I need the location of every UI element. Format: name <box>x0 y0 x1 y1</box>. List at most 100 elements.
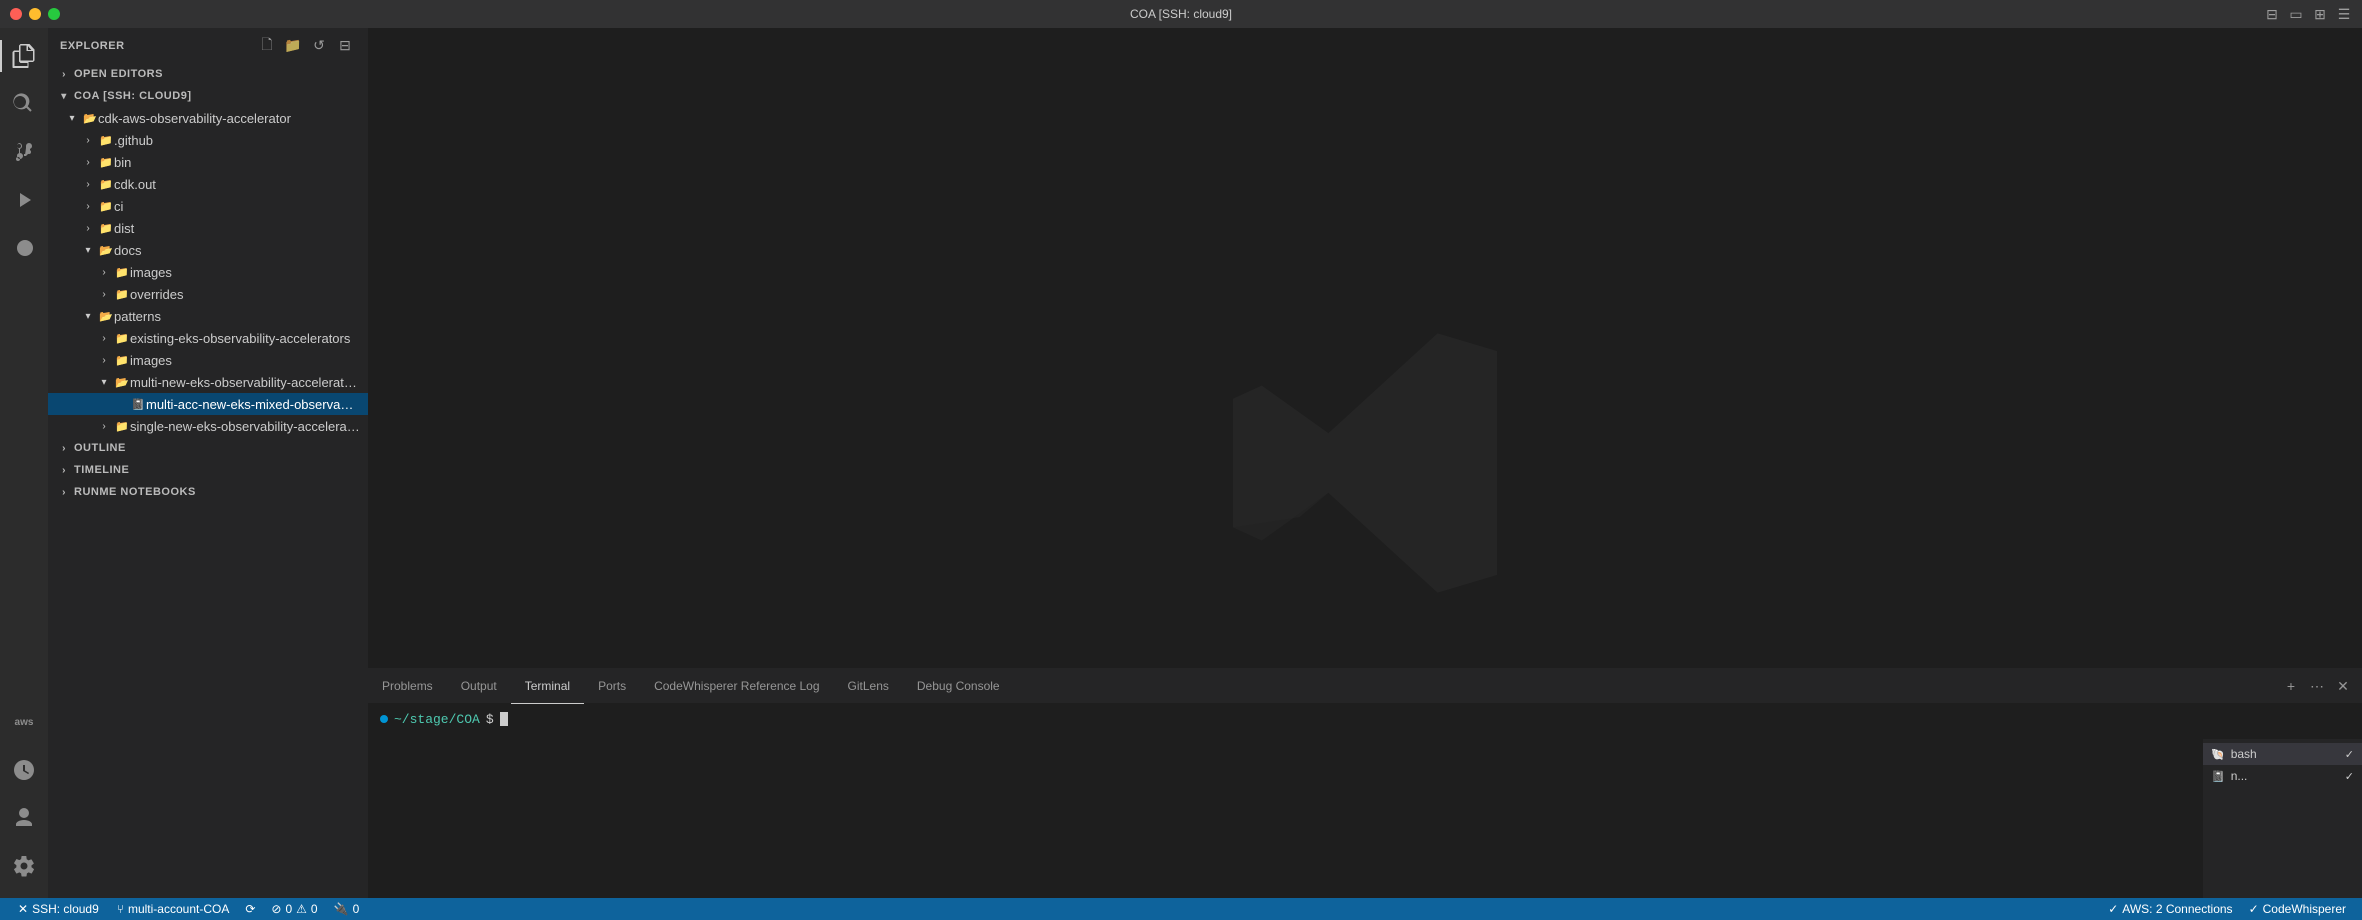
panel-close-button[interactable]: ✕ <box>2332 675 2354 697</box>
tab-terminal[interactable]: Terminal <box>511 669 584 704</box>
multi-acc-file-label: multi-acc-new-eks-mixed-observability.md <box>146 397 360 412</box>
tree-item-cdk-aws[interactable]: 📂 cdk-aws-observability-accelerator <box>48 107 368 129</box>
activity-item-source-control[interactable] <box>0 128 48 176</box>
cdk-aws-label: cdk-aws-observability-accelerator <box>98 111 360 126</box>
section-runme-notebooks[interactable]: Runme Notebooks <box>48 481 368 503</box>
activity-bar: aws <box>0 28 48 898</box>
images-patterns-label: images <box>130 353 360 368</box>
tab-gitlens[interactable]: GitLens <box>834 669 903 704</box>
timeline-label: Timeline <box>74 464 129 476</box>
github-label: .github <box>114 133 360 148</box>
collapse-all-button[interactable]: ⊟ <box>334 35 356 57</box>
terminal-dollar: $ <box>486 712 494 727</box>
status-sync[interactable]: ⟳ <box>237 898 263 920</box>
sidebar-title: Explorer <box>60 40 125 52</box>
terminal-instance-n[interactable]: 📓 n... ✓ <box>2203 765 2362 787</box>
status-errors[interactable]: ⊘ 0 ⚠ 0 <box>263 898 325 920</box>
new-file-button[interactable]: 🗋 <box>256 35 278 57</box>
minimize-button[interactable] <box>29 8 41 20</box>
tree-item-bin[interactable]: 📁 bin <box>48 151 368 173</box>
refresh-button[interactable]: ↺ <box>308 35 330 57</box>
sidebar-actions: 🗋 📁 ↺ ⊟ <box>256 35 356 57</box>
tree-item-multi-acc-file[interactable]: 📓 multi-acc-new-eks-mixed-observability.… <box>48 393 368 415</box>
aws-text: aws <box>15 717 34 728</box>
status-codewhisperer[interactable]: ✓ CodeWhisperer <box>2241 898 2354 920</box>
errors-count: 0 <box>285 902 292 916</box>
activity-item-aws[interactable]: aws <box>0 698 48 746</box>
customize-layout-icon[interactable]: ☰ <box>2336 6 2352 22</box>
tree-item-overrides[interactable]: 📁 overrides <box>48 283 368 305</box>
panel-more-button[interactable]: ⋯ <box>2306 675 2328 697</box>
terminal-instances: 🐚 bash ✓ 📓 n... ✓ <box>2202 739 2362 898</box>
tab-output[interactable]: Output <box>447 669 511 704</box>
status-ssh[interactable]: ✕ SSH: cloud9 <box>8 898 109 920</box>
runme-notebooks-label: Runme Notebooks <box>74 486 196 498</box>
activity-item-explorer[interactable] <box>0 32 48 80</box>
tree-item-patterns[interactable]: 📂 patterns <box>48 305 368 327</box>
status-branch[interactable]: ⑂ multi-account-COA <box>109 898 238 920</box>
sidebar: Explorer 🗋 📁 ↺ ⊟ Open Editors COA [SSH: … <box>48 28 368 898</box>
layout-icon[interactable]: ▭ <box>2288 6 2304 22</box>
account-icon <box>12 806 36 830</box>
tab-codewhisperer[interactable]: CodeWhisperer Reference Log <box>640 669 833 704</box>
search-icon <box>12 92 36 116</box>
tree-item-cdk-out[interactable]: 📁 cdk.out <box>48 173 368 195</box>
status-aws[interactable]: ✓ AWS: 2 Connections <box>2100 898 2240 920</box>
tree-item-single-new-eks[interactable]: 📁 single-new-eks-observability-accelerat… <box>48 415 368 437</box>
docs-chevron <box>80 242 96 258</box>
layout-2-icon[interactable]: ⊞ <box>2312 6 2328 22</box>
section-outline[interactable]: Outline <box>48 437 368 459</box>
activity-item-account[interactable] <box>0 794 48 842</box>
new-folder-button[interactable]: 📁 <box>282 35 304 57</box>
panel-tabs: Problems Output Terminal Ports CodeWhisp… <box>368 669 2362 704</box>
tree-item-images-patterns[interactable]: 📁 images <box>48 349 368 371</box>
tree-item-existing-eks[interactable]: 📁 existing-eks-observability-accelerator… <box>48 327 368 349</box>
bin-label: bin <box>114 155 360 170</box>
images-docs-chevron <box>96 264 112 280</box>
activity-item-search[interactable] <box>0 80 48 128</box>
add-terminal-button[interactable]: + <box>2280 675 2302 697</box>
tab-ports[interactable]: Ports <box>584 669 640 704</box>
status-ports[interactable]: 🔌 0 <box>326 898 368 920</box>
sidebar-header: Explorer 🗋 📁 ↺ ⊟ <box>48 28 368 63</box>
folder-icon-cdk-out: 📁 <box>98 176 114 192</box>
maximize-button[interactable] <box>48 8 60 20</box>
settings-icon <box>12 854 36 878</box>
tree-item-ci[interactable]: 📁 ci <box>48 195 368 217</box>
outline-chevron <box>56 440 72 456</box>
section-open-editors[interactable]: Open Editors <box>48 63 368 85</box>
section-timeline[interactable]: Timeline <box>48 459 368 481</box>
source-control-icon <box>12 140 36 164</box>
notebook-icon: 📓 <box>130 396 146 412</box>
runme-notebooks-chevron <box>56 484 72 500</box>
terminal-status-dot <box>380 715 388 723</box>
folder-open-icon-multi-new-eks: 📂 <box>114 374 130 390</box>
split-editor-icon[interactable]: ⊟ <box>2264 6 2280 22</box>
tree-item-docs[interactable]: 📂 docs <box>48 239 368 261</box>
tab-debug-console[interactable]: Debug Console <box>903 669 1014 704</box>
branch-icon: ⑂ <box>117 902 124 916</box>
activity-item-runme[interactable] <box>0 746 48 794</box>
open-editors-label: Open Editors <box>74 68 163 80</box>
tree-item-dist[interactable]: 📁 dist <box>48 217 368 239</box>
activity-item-extensions[interactable] <box>0 224 48 272</box>
outline-label: Outline <box>74 442 126 454</box>
ci-label: ci <box>114 199 360 214</box>
close-button[interactable] <box>10 8 22 20</box>
status-bar: ✕ SSH: cloud9 ⑂ multi-account-COA ⟳ ⊘ 0 … <box>0 898 2362 920</box>
activity-item-settings[interactable] <box>0 842 48 890</box>
section-coa[interactable]: COA [SSH: CLOUD9] <box>48 85 368 107</box>
terminal-instance-bash[interactable]: 🐚 bash ✓ <box>2203 743 2362 765</box>
tab-problems[interactable]: Problems <box>368 669 447 704</box>
images-patterns-chevron <box>96 352 112 368</box>
tree-item-github[interactable]: 📁 .github <box>48 129 368 151</box>
existing-eks-label: existing-eks-observability-accelerators <box>130 331 360 346</box>
tree-item-multi-new-eks[interactable]: 📂 multi-new-eks-observability-accelerato… <box>48 371 368 393</box>
dist-label: dist <box>114 221 360 236</box>
cdk-out-label: cdk.out <box>114 177 360 192</box>
bash-check-icon: ✓ <box>2345 748 2354 761</box>
remote-icon: ✕ <box>18 902 28 916</box>
tree-item-images-docs[interactable]: 📁 images <box>48 261 368 283</box>
cdk-aws-chevron <box>64 110 80 126</box>
activity-item-run-debug[interactable] <box>0 176 48 224</box>
